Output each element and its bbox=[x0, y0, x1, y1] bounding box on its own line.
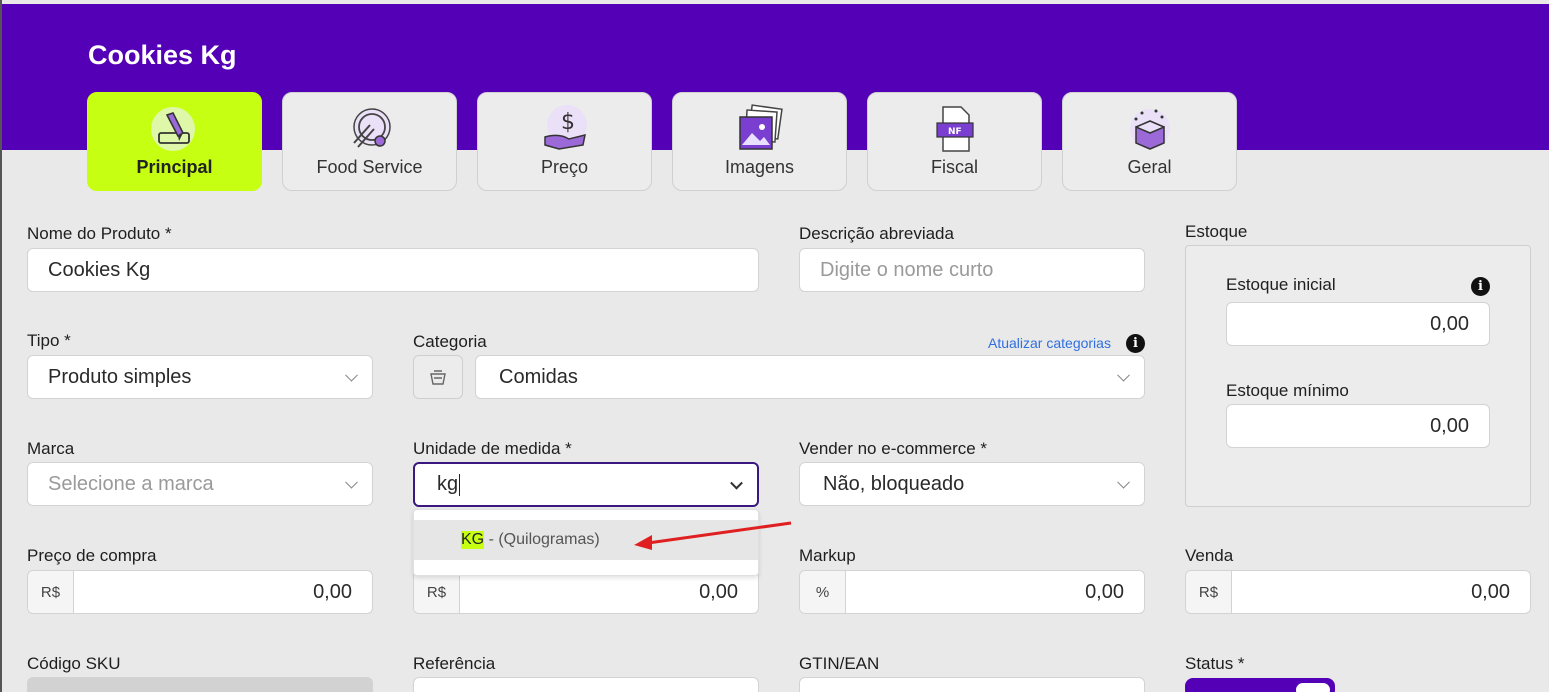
tab-label: Food Service bbox=[316, 157, 423, 177]
unidade-value: kg bbox=[437, 473, 459, 495]
ecommerce-value: Não, bloqueado bbox=[823, 472, 965, 495]
nome-label: Nome do Produto * bbox=[27, 224, 172, 243]
tipo-label: Tipo * bbox=[27, 331, 71, 350]
marca-label: Marca bbox=[27, 439, 75, 458]
info-icon[interactable]: i bbox=[1126, 334, 1145, 353]
tab-imagens[interactable]: Imagens bbox=[672, 92, 847, 191]
tab-label: Imagens bbox=[724, 157, 795, 177]
tipo-select[interactable]: Produto simples bbox=[27, 355, 373, 399]
chevron-down-icon bbox=[345, 368, 358, 382]
ecommerce-select[interactable]: Não, bloqueado bbox=[799, 462, 1145, 506]
markup-value: 0,00 bbox=[1085, 580, 1124, 603]
estoque-inicial-value: 0,00 bbox=[1430, 312, 1469, 335]
info-icon[interactable]: i bbox=[1471, 277, 1490, 296]
marca-select[interactable]: Selecione a marca bbox=[27, 462, 373, 506]
category-tray-button[interactable] bbox=[413, 355, 463, 399]
estoque-title: Estoque bbox=[1185, 222, 1248, 241]
custo-input[interactable]: R$ 0,00 bbox=[413, 570, 759, 614]
tab-label: Fiscal bbox=[930, 157, 978, 177]
gtin-input[interactable] bbox=[799, 677, 1145, 692]
pencil-edit-icon bbox=[150, 107, 195, 151]
tab-label: Principal bbox=[136, 157, 213, 177]
estoque-inicial-input[interactable]: 0,00 bbox=[1226, 302, 1490, 346]
tray-icon bbox=[430, 370, 446, 385]
chevron-down-icon bbox=[1117, 475, 1130, 489]
chevron-down-icon bbox=[730, 476, 743, 490]
estoque-minimo-label: Estoque mínimo bbox=[1226, 381, 1349, 400]
percent-prefix: % bbox=[800, 571, 846, 613]
nf-document-icon: NF bbox=[935, 106, 974, 152]
gift-box-icon bbox=[1129, 109, 1170, 150]
sku-input bbox=[27, 677, 373, 692]
hand-dollar-icon: $ bbox=[543, 105, 587, 150]
nome-value: Cookies Kg bbox=[48, 258, 151, 281]
tab-principal[interactable]: Principal bbox=[87, 92, 262, 191]
tipo-value: Produto simples bbox=[48, 365, 192, 388]
tab-label: Preço bbox=[540, 157, 589, 177]
estoque-minimo-input[interactable]: 0,00 bbox=[1226, 404, 1490, 448]
status-toggle-knob bbox=[1296, 683, 1330, 692]
chevron-down-icon bbox=[345, 475, 358, 489]
referencia-input[interactable] bbox=[413, 677, 759, 692]
descricao-input[interactable]: Digite o nome curto bbox=[799, 248, 1145, 292]
categoria-value: Comidas bbox=[499, 365, 578, 388]
images-stack-icon bbox=[738, 104, 783, 150]
estoque-inicial-label: Estoque inicial bbox=[1226, 275, 1336, 294]
text-cursor bbox=[459, 473, 461, 496]
custo-value: 0,00 bbox=[699, 580, 738, 603]
estoque-minimo-value: 0,00 bbox=[1430, 414, 1469, 437]
option-rest: - (Quilogramas) bbox=[484, 531, 600, 548]
referencia-label: Referência bbox=[413, 654, 496, 673]
venda-input[interactable]: R$ 0,00 bbox=[1185, 570, 1531, 614]
preco-compra-input[interactable]: R$ 0,00 bbox=[27, 570, 373, 614]
left-border bbox=[0, 0, 2, 692]
markup-label: Markup bbox=[799, 546, 856, 565]
sku-label: Código SKU bbox=[27, 654, 121, 673]
categoria-select[interactable]: Comidas bbox=[475, 355, 1145, 399]
categoria-label: Categoria bbox=[413, 332, 487, 351]
nome-input[interactable]: Cookies Kg bbox=[27, 248, 759, 292]
currency-prefix: R$ bbox=[28, 571, 74, 613]
unidade-select[interactable]: kg bbox=[413, 462, 759, 507]
tab-label: Geral bbox=[1127, 157, 1172, 177]
svg-text:$: $ bbox=[561, 110, 575, 135]
tab-geral[interactable]: Geral bbox=[1062, 92, 1237, 191]
preco-compra-value: 0,00 bbox=[313, 580, 352, 603]
tab-fiscal[interactable]: NF Fiscal bbox=[867, 92, 1042, 191]
markup-input[interactable]: % 0,00 bbox=[799, 570, 1145, 614]
tab-preco[interactable]: $ Preço bbox=[477, 92, 652, 191]
marca-placeholder: Selecione a marca bbox=[48, 472, 214, 495]
descricao-placeholder: Digite o nome curto bbox=[820, 258, 994, 281]
chevron-down-icon bbox=[1117, 368, 1130, 382]
unidade-label: Unidade de medida * bbox=[413, 439, 572, 458]
match-highlight: KG bbox=[461, 531, 485, 549]
red-arrow-annotation bbox=[634, 521, 792, 550]
currency-prefix: R$ bbox=[1186, 571, 1232, 613]
atualizar-categorias-link[interactable]: Atualizar categorias bbox=[988, 335, 1111, 351]
venda-value: 0,00 bbox=[1471, 580, 1510, 603]
page-title: Cookies Kg bbox=[88, 40, 237, 70]
plate-fork-gear-icon bbox=[352, 108, 391, 148]
currency-prefix: R$ bbox=[414, 571, 460, 613]
gtin-label: GTIN/EAN bbox=[799, 654, 880, 673]
tab-food-service[interactable]: Food Service bbox=[282, 92, 457, 191]
status-label: Status * bbox=[1185, 654, 1245, 673]
descricao-label: Descrição abreviada bbox=[799, 224, 954, 243]
preco-compra-label: Preço de compra bbox=[27, 546, 157, 565]
svg-text:NF: NF bbox=[948, 127, 962, 137]
venda-label: Venda bbox=[1185, 546, 1234, 565]
ecommerce-label: Vender no e-commerce * bbox=[799, 439, 988, 458]
